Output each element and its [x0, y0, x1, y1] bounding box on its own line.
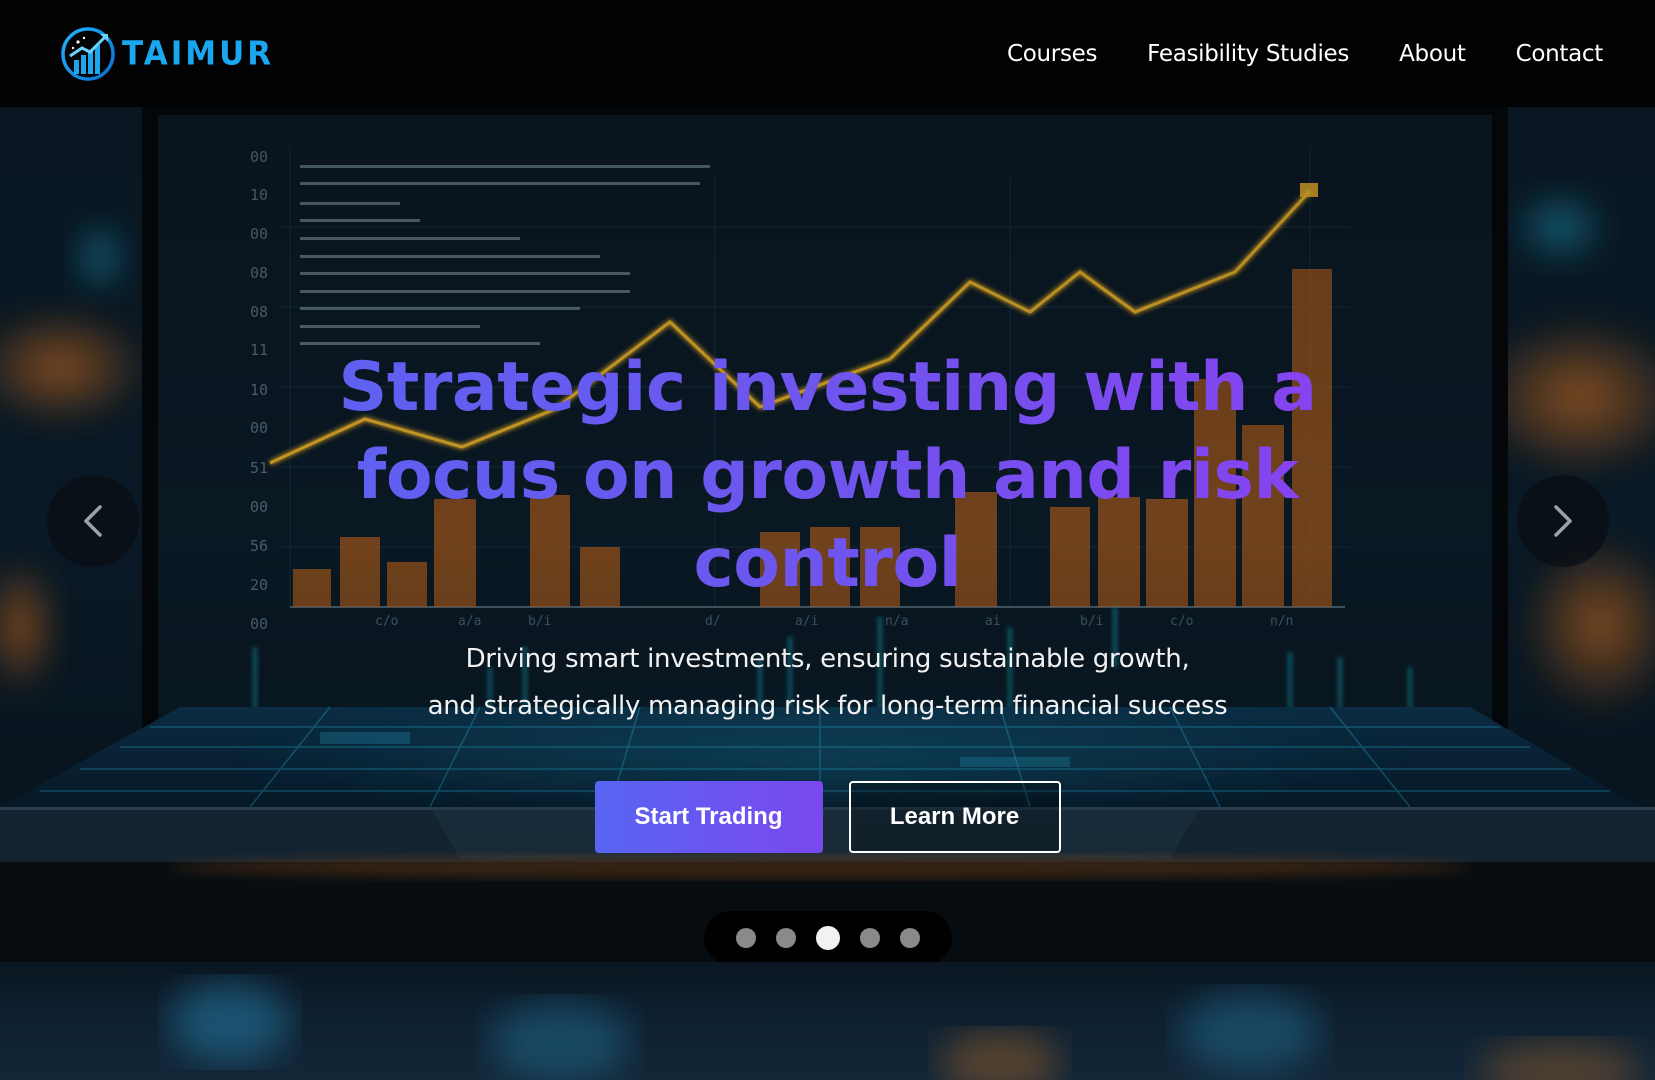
chevron-left-icon — [84, 505, 102, 537]
main-nav: Courses Feasibility Studies About Contac… — [1007, 41, 1603, 67]
carousel-indicators — [704, 911, 952, 962]
nav-link-feasibility-studies[interactable]: Feasibility Studies — [1147, 41, 1349, 67]
carousel-dot-1[interactable] — [736, 928, 756, 948]
brand-logo[interactable]: TAIMUR — [60, 26, 274, 82]
start-trading-button[interactable]: Start Trading — [594, 781, 823, 853]
chevron-right-icon — [1554, 505, 1572, 537]
learn-more-button[interactable]: Learn More — [848, 781, 1061, 853]
next-section-image — [170, 982, 1640, 1080]
next-section-background — [0, 962, 1655, 1080]
carousel-dot-5[interactable] — [900, 928, 920, 948]
navbar: TAIMUR Courses Feasibility Studies About… — [0, 0, 1655, 107]
nav-link-courses[interactable]: Courses — [1007, 41, 1097, 67]
carousel-next-button[interactable] — [1517, 475, 1609, 567]
carousel-dot-2[interactable] — [776, 928, 796, 948]
carousel-dot-3-active[interactable] — [816, 926, 840, 950]
carousel-dot-4[interactable] — [860, 928, 880, 948]
rocket-chart-icon — [61, 26, 115, 81]
nav-link-contact[interactable]: Contact — [1516, 41, 1604, 67]
hero-content: Strategic investing with a focus on grow… — [0, 107, 1655, 962]
hero-buttons: Start Trading Learn More — [594, 781, 1061, 853]
hero-subtitle-line-1: Driving smart investments, ensuring sust… — [465, 644, 1190, 674]
hero-subtitle-line-2: and strategically managing risk for long… — [427, 691, 1228, 721]
hero-subtitle: Driving smart investments, ensuring sust… — [378, 636, 1278, 730]
hero-title: Strategic investing with a focus on grow… — [228, 344, 1428, 608]
hero-carousel: 001000 080811 100051 005620 00 — [0, 107, 1655, 962]
nav-link-about[interactable]: About — [1399, 41, 1466, 67]
brand-name: TAIMUR — [122, 34, 275, 73]
carousel-prev-button[interactable] — [47, 475, 139, 567]
